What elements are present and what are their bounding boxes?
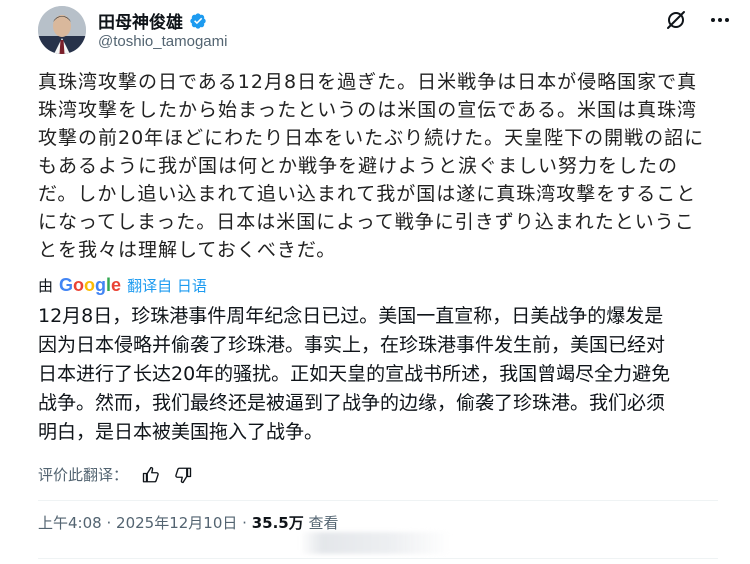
translated-line: 日本进行了长达20年的骚扰。正如天皇的宣战书所述，我国曾竭尽全力避免: [38, 363, 671, 385]
tweet-line: 真珠湾攻撃の日である12月8日を過ぎた。日米戦争は日本が侵略国家で真: [38, 71, 698, 93]
translated-from-link[interactable]: 翻译自 日语: [127, 275, 207, 296]
tweet-line: になってしまった。日本は米国によって戦争に引きずり込まれたというこ: [38, 211, 695, 233]
tweet-line: もあるように我が国は何とか戦争を避けようと涙ぐましい努力をしたの: [38, 155, 679, 177]
author-handle[interactable]: @toshio_tamogami: [98, 33, 227, 50]
thumb-down-icon[interactable]: [174, 466, 192, 484]
tweet-line: 珠湾攻撃をしたから始まったというのは米国の宣伝である。米国は真珠湾: [38, 99, 698, 121]
thumb-up-icon[interactable]: [142, 466, 160, 484]
views-count[interactable]: 35.5万: [252, 514, 304, 532]
author-name[interactable]: 田母神俊雄: [98, 8, 207, 33]
divider: [38, 500, 718, 501]
verified-badge-icon: [190, 12, 206, 29]
google-logo: Google: [59, 275, 122, 295]
translated-line: 明白，是日本被美国拖入了战争。: [38, 421, 324, 443]
tweet-line: とを我々は理解しておくべきだ。: [38, 239, 337, 261]
display-name[interactable]: 田母神俊雄: [98, 8, 183, 33]
grok-icon[interactable]: [664, 8, 688, 32]
views-label: 查看: [308, 514, 339, 532]
avatar-image: [38, 6, 86, 54]
translated-text: 12月8日，珍珠港事件周年纪念日已过。美国一直宣称，日美战争的爆发是 因为日本侵…: [38, 302, 728, 447]
tweet-text: 真珠湾攻撃の日である12月8日を過ぎた。日米戦争は日本が侵略国家で真 珠湾攻撃を…: [38, 68, 728, 264]
tweet-meta: 上午4:08 · 2025年12月10日 · 35.5万 查看: [38, 512, 339, 533]
translation-attribution: 由 Google 翻译自 日语: [38, 275, 207, 296]
tweet-line: だ。しかし追い込まれて追い込まれて我が国は遂に真珠湾攻撃をすること: [38, 183, 697, 205]
tweet-line: 攻撃の前20年ほどにわたり日本をいたぶり続けた。天皇陛下の開戦の詔に: [38, 127, 705, 149]
translated-line: 因为日本侵略并偷袭了珍珠港。事实上，在珍珠港事件发生前，美国已经对: [38, 334, 666, 356]
divider: [38, 558, 718, 559]
translated-line: 战争。然而，我们最终还是被逼到了战争的边缘，偷袭了珍珠港。我们必须: [38, 392, 666, 414]
watermark-blur: [300, 532, 450, 554]
tweet-date[interactable]: 2025年12月10日: [116, 514, 237, 532]
meta-separator: ·: [242, 514, 247, 532]
translated-by-label: 由: [38, 277, 54, 295]
avatar[interactable]: [38, 6, 86, 54]
meta-separator: ·: [106, 514, 112, 532]
tweet-time[interactable]: 上午4:08: [38, 514, 102, 532]
rate-translation-label: 评价此翻译：: [38, 466, 129, 484]
rate-translation: 评价此翻译：: [38, 464, 192, 485]
more-icon[interactable]: [708, 8, 732, 32]
translated-line: 12月8日，珍珠港事件周年纪念日已过。美国一直宣称，日美战争的爆发是: [38, 305, 664, 327]
